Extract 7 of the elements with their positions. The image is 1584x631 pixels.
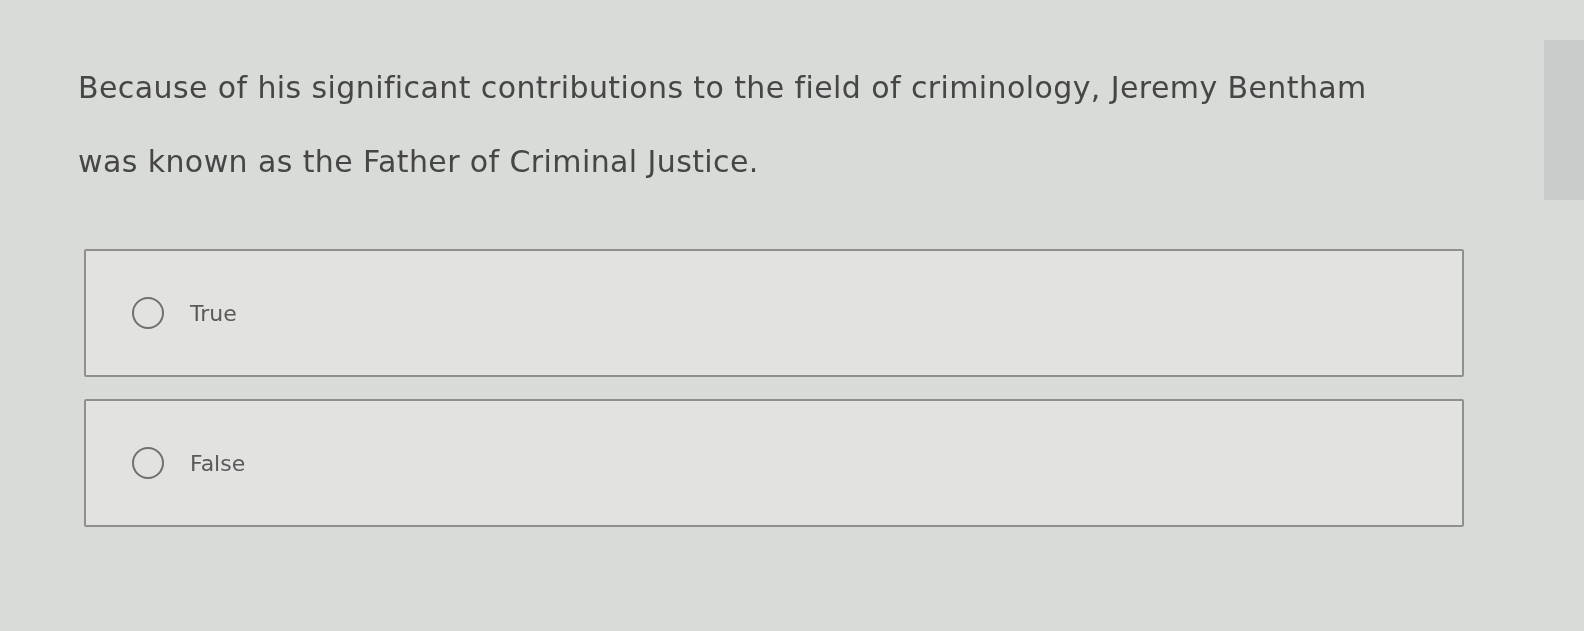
option-label: False	[190, 450, 246, 476]
answer-option[interactable]: False	[84, 399, 1464, 527]
question-text: Because of his significant contributions to the field of criminology, Jeremy Bentham was known as the Father of Criminal Justice.	[78, 69, 1368, 181]
radio-button[interactable]	[132, 447, 164, 479]
answer-option[interactable]: True	[84, 249, 1464, 377]
radio-button[interactable]	[132, 297, 164, 329]
option-label: True	[190, 300, 237, 326]
